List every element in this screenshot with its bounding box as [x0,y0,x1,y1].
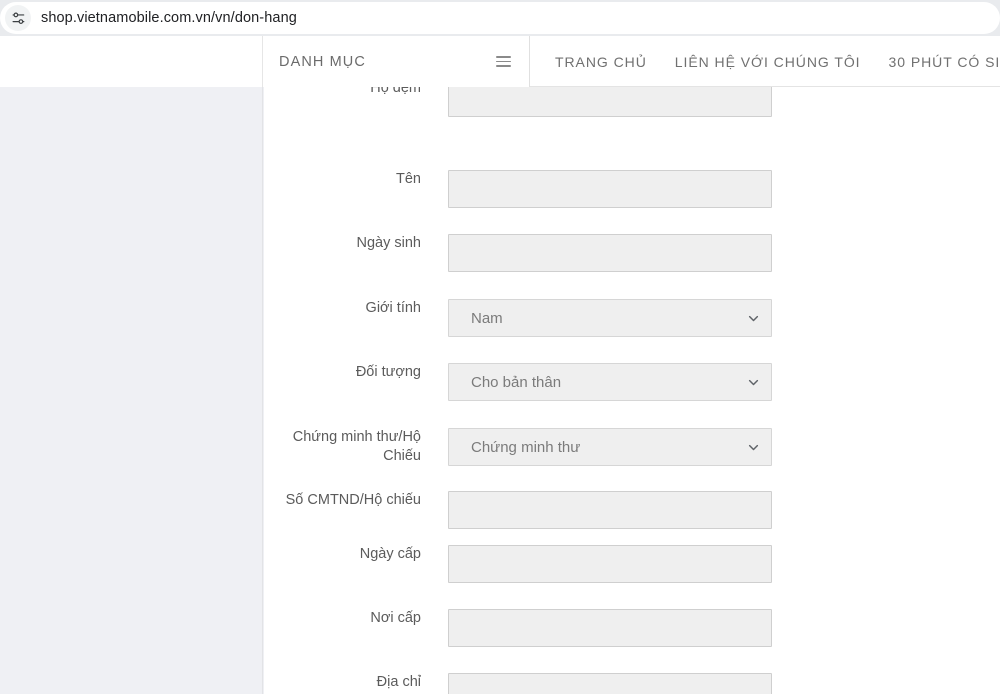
form-row: Ngày sinh [264,234,1000,272]
header-left-spacer [0,36,263,87]
form-text-input[interactable] [448,170,772,208]
page-viewport: DANH MỤC TRANG CHỦ LIÊN HỆ VỚI CHÚNG TÔI… [0,36,1000,694]
form-label: Đối tượng [355,364,421,380]
order-form-panel: Họ đệm Tên Ngày sinh Giới tính Nam Đối tượng C… [264,87,1000,694]
form-select[interactable]: Nam [448,299,772,337]
form-text-input[interactable] [448,87,772,117]
form-label: Số CMTND/Hộ chiếu [285,492,421,508]
select-value: Nam [471,309,503,327]
chevron-down-icon [748,377,759,388]
main-navigation: TRANG CHỦ LIÊN HỆ VỚI CHÚNG TÔI 30 PHÚT … [531,36,1000,87]
form-label: Tên [396,171,421,187]
form-text-input[interactable] [448,491,772,529]
form-label: Địa chỉ [376,674,421,690]
form-select[interactable]: Cho bản thân [448,363,772,401]
site-header: DANH MỤC TRANG CHỦ LIÊN HỆ VỚI CHÚNG TÔI… [0,36,1000,87]
form-label: Họ đệm [370,87,421,96]
address-bar[interactable]: shop.vietnamobile.com.vn/vn/don-hang [0,2,1000,34]
form-label: Ngày sinh [356,235,421,251]
form-text-input[interactable] [448,609,772,647]
catalog-label: DANH MỤC [279,53,366,70]
browser-toolbar: shop.vietnamobile.com.vn/vn/don-hang [0,0,1000,36]
left-gutter [0,87,263,694]
form-text-input[interactable] [448,673,772,694]
form-row: Số CMTND/Hộ chiếu [264,491,1000,529]
form-row: Đối tượng Cho bản thân [264,363,1000,401]
chevron-down-icon [748,313,759,324]
form-row: Ngày cấp [264,545,1000,583]
nav-item-trang-chu[interactable]: TRANG CHỦ [555,54,647,70]
form-row: Chứng minh thư/Hộ Chiếu Chứng minh thư [264,428,1000,466]
url-text[interactable]: shop.vietnamobile.com.vn/vn/don-hang [41,10,297,26]
form-label: Chứng minh thư/Hộ Chiếu [292,429,421,464]
form-row: Nơi cấp [264,609,1000,647]
form-label: Ngày cấp [359,546,421,562]
form-row: Giới tính Nam [264,299,1000,337]
tune-sliders-icon[interactable] [5,5,31,31]
form-label: Giới tính [365,300,421,316]
form-select[interactable]: Chứng minh thư [448,428,772,466]
catalog-menu-button[interactable]: DANH MỤC [263,36,530,87]
form-row: Địa chỉ [264,673,1000,694]
form-text-input[interactable] [448,545,772,583]
form-text-input[interactable] [448,234,772,272]
form-row: Họ đệm [264,87,1000,117]
hamburger-icon[interactable] [496,56,511,67]
chevron-down-icon [748,442,759,453]
form-label: Nơi cấp [370,610,421,626]
select-value: Chứng minh thư [471,438,581,456]
nav-item-lien-he[interactable]: LIÊN HỆ VỚI CHÚNG TÔI [675,54,861,70]
form-row: Tên [264,170,1000,208]
nav-item-30-phut-co-sim[interactable]: 30 PHÚT CÓ SIM TẠI [889,54,1000,70]
select-value: Cho bản thân [471,373,562,391]
